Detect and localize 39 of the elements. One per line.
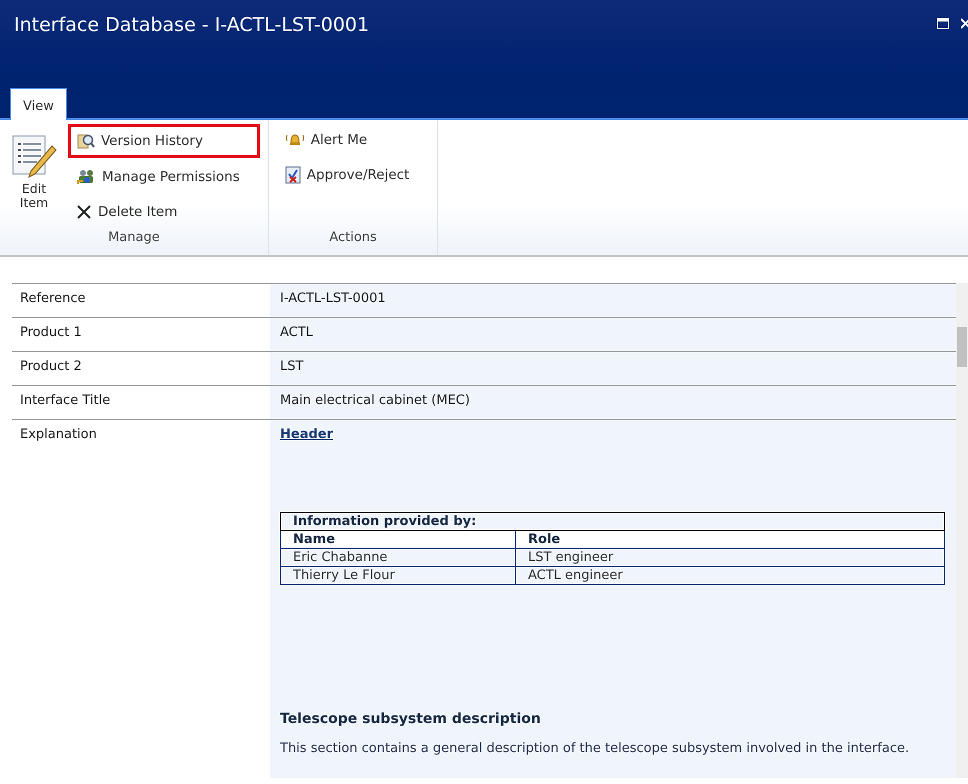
close-icon[interactable] (961, 18, 968, 29)
table-cell: Eric Chabanne (280, 548, 516, 566)
bell-icon (284, 132, 305, 148)
table-cell: Thierry Le Flour (280, 566, 516, 584)
field-value: LST (270, 352, 956, 385)
ribbon-button[interactable]: Manage Permissions (68, 160, 260, 194)
close-x-icon (76, 204, 92, 220)
field-value: Main electrical cabinet (MEC) (270, 386, 956, 419)
table-cell: ACTL engineer (516, 566, 944, 584)
ribbon-button[interactable]: Version History (68, 124, 260, 158)
field-label: Product 1 (19, 324, 83, 342)
ribbon-button[interactable]: Edit Item (8, 124, 60, 230)
section-text: This section contains a general description of the telescope subsystem involved in the interface. (280, 741, 910, 758)
column-header: Role (516, 530, 944, 548)
ribbon-button[interactable]: Alert Me (276, 124, 430, 156)
header-link[interactable]: Header (280, 427, 334, 442)
window-title: Interface Database - I-ACTL-LST-0001 (14, 14, 370, 36)
field-label: Product 2 (19, 358, 83, 376)
document-check-icon (284, 166, 301, 184)
column-header: Name (280, 530, 516, 548)
scroll-thumb[interactable] (957, 327, 967, 367)
edit-icon (11, 134, 57, 180)
maximize-icon[interactable] (937, 18, 949, 29)
field-value: I-ACTL-LST-0001 (270, 284, 956, 317)
section-heading: Telescope subsystem description (280, 711, 542, 727)
table-caption: Information provided by: (280, 512, 944, 530)
ribbon-button[interactable]: Delete Item (68, 196, 260, 228)
scrollbar[interactable] (956, 283, 968, 778)
group-label: Manage (107, 230, 161, 247)
group-label: Actions (328, 230, 378, 247)
ribbon-button[interactable]: Approve/Reject (276, 158, 430, 192)
field-label: Explanation (19, 426, 98, 444)
field-label: Interface Title (19, 392, 112, 410)
ribbon-tab[interactable]: View (10, 88, 67, 120)
table-cell: LST engineer (516, 548, 944, 566)
people-key-icon (76, 168, 96, 186)
magnifier-document-icon (77, 133, 95, 149)
field-label: Reference (19, 290, 86, 308)
field-value: ACTL (270, 318, 956, 351)
